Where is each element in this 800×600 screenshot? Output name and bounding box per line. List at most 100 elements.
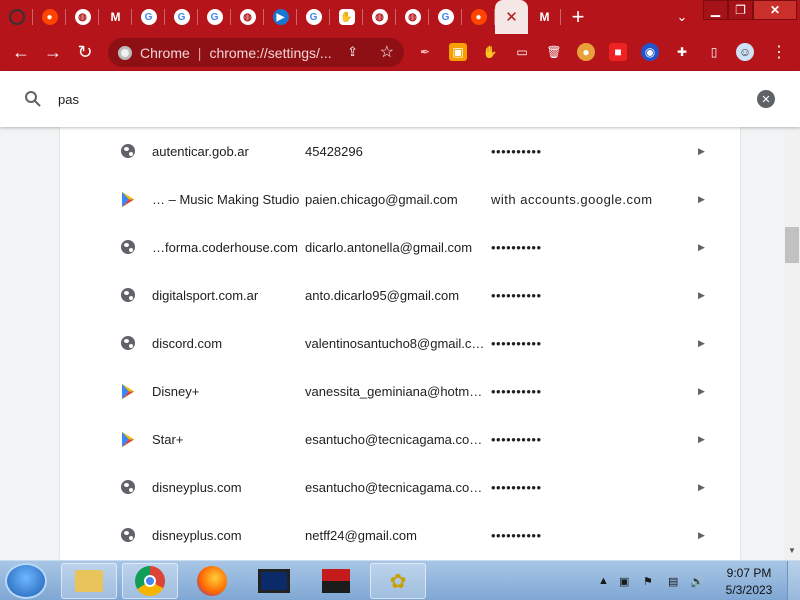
extension-color-icon[interactable]: ▣ [449,43,467,61]
show-desktop-button[interactable] [787,561,800,600]
chevron-right-icon[interactable]: ▶ [698,242,710,253]
tab-10[interactable]: ✋ [330,0,363,34]
password-username: valentinosantucho8@gmail.c… [305,335,485,351]
new-tab-button[interactable]: + [561,0,595,34]
scrollbar-track[interactable] [784,127,800,560]
tray-expand-icon[interactable]: ▲ [598,575,609,587]
password-row[interactable]: disneyplus.com esantucho@tecnicagama.co… •… [60,463,740,511]
minimize-button[interactable]: ▁ [703,0,728,20]
address-bar-separator: | [197,44,202,61]
saved-passwords-list: autenticar.gob.ar 45428296 •••••••••• ▶… – … [60,127,740,560]
password-row[interactable]: digitalsport.com.ar anto.dicarlo95@gmail.… [60,271,740,319]
reddit-icon: ● [470,9,487,25]
taskbar-monitor[interactable] [246,563,302,599]
extension-feather-icon[interactable]: ✒ [416,43,434,61]
globe-icon: ◍ [371,9,388,25]
clock-date[interactable]: 5/3/2023 [714,583,784,597]
password-row[interactable]: Disney+ vanessita_geminiana@hotm… ••••••••… [60,367,740,415]
password-site: Disney+ [152,383,200,399]
start-button[interactable] [5,563,47,599]
password-row[interactable]: … – Music Making Studio paien.chicago@gma… [60,175,740,223]
address-bar-site-label: Chrome [140,44,190,61]
tray-device-icon[interactable]: ▣ [619,575,629,588]
arrow-left-icon: ← [12,42,30,62]
close-icon: ✕ [761,93,771,106]
taskbar-firefox[interactable] [184,563,240,599]
globe-icon: ◍ [404,9,421,25]
chevron-right-icon[interactable]: ▶ [698,386,710,397]
extension-trash-icon[interactable]: 🗑 [545,43,563,61]
chevron-right-icon[interactable]: ▶ [698,338,710,349]
password-username: esantucho@tecnicagama.co… [305,431,483,447]
tab-8[interactable]: ▶ [264,0,297,34]
password-value: with accounts.google.com [491,191,653,207]
clear-search-button[interactable]: ✕ [757,90,775,108]
chevron-right-icon[interactable]: ▶ [698,290,710,301]
arrow-right-icon: → [44,42,62,62]
monitor-icon [258,569,290,593]
password-value: •••••••••• [491,527,542,543]
taskbar-app-bee[interactable]: ✿ [370,563,426,599]
tab-9[interactable]: G [297,0,330,34]
back-button[interactable]: ← [5,34,37,71]
scroll-down-arrow[interactable]: ▼ [784,542,800,558]
extensions-puzzle-icon[interactable]: ✚ [673,43,691,61]
tray-volume-icon[interactable]: 🔊 [690,575,704,588]
bookmark-star-icon[interactable]: ☆ [380,42,394,62]
password-value: •••••••••• [491,431,542,447]
taskbar-chrome[interactable] [122,563,178,599]
address-bar[interactable]: Chrome | chrome://settings/... ⇪ ☆ [108,38,404,67]
tray-network-icon[interactable]: ▤ [668,575,678,588]
tab-active[interactable]: ✕ [495,0,528,34]
tab-14[interactable]: ● [462,0,495,34]
forward-button[interactable]: → [37,34,69,71]
tab-7[interactable]: ◍ [231,0,264,34]
password-site: Star+ [152,431,184,447]
password-row[interactable]: …forma.coderhouse.com dicarlo.antonella@g… [60,223,740,271]
globe-icon [120,479,136,495]
password-row[interactable]: Star+ esantucho@tecnicagama.co… ••••••••••… [60,415,740,463]
profile-avatar[interactable]: ☺ [736,43,754,61]
globe-icon: ◍ [239,9,256,25]
side-panel-icon[interactable]: ▯ [705,43,723,61]
extension-tab-icon[interactable]: ▭ [513,43,531,61]
tab-gmail-2[interactable]: M [528,0,561,34]
tab-6[interactable]: G [198,0,231,34]
tab-4[interactable]: G [132,0,165,34]
chevron-right-icon[interactable]: ▶ [698,146,710,157]
tab-3[interactable]: M [99,0,132,34]
password-site: disneyplus.com [152,479,242,495]
extension-badge-icon[interactable]: ● [577,43,595,61]
extension-red-icon[interactable]: ■ [609,43,627,61]
password-row[interactable]: autenticar.gob.ar 45428296 •••••••••• ▶ [60,127,740,175]
clock-time[interactable]: 9:07 PM [714,566,784,580]
password-row[interactable]: disneyplus.com netff24@gmail.com •••••••••… [60,511,740,559]
maximize-button[interactable]: ❐ [728,0,753,20]
tray-flag-icon[interactable]: ⚑ [643,575,653,588]
close-window-button[interactable]: ✕ [753,0,797,20]
menu-kebab-icon[interactable]: ⋮ [770,43,788,61]
tab-13[interactable]: G [429,0,462,34]
chevron-right-icon[interactable]: ▶ [698,194,710,205]
chevron-right-icon[interactable]: ▶ [698,482,710,493]
taskbar-app-flag[interactable] [308,563,364,599]
tab-11[interactable]: ◍ [363,0,396,34]
tab-0[interactable] [0,0,33,34]
close-icon[interactable]: ✕ [505,10,518,25]
reload-button[interactable]: ↻ [69,34,101,71]
extension-blue-icon[interactable]: ◉ [641,43,659,61]
password-row[interactable]: discord.com valentinosantucho8@gmail.c… ••… [60,319,740,367]
scrollbar-thumb[interactable] [785,227,799,263]
tab-search-button[interactable]: ⌄ [668,0,696,34]
chevron-right-icon[interactable]: ▶ [698,434,710,445]
chevron-right-icon[interactable]: ▶ [698,530,710,541]
tab-2[interactable]: ◍ [66,0,99,34]
search-input[interactable] [58,88,738,110]
extension-hand-icon[interactable]: ✋ [481,43,499,61]
tab-12[interactable]: ◍ [396,0,429,34]
tab-5[interactable]: G [165,0,198,34]
share-icon[interactable]: ⇪ [347,44,358,60]
password-site: discord.com [152,335,223,351]
taskbar-explorer[interactable] [61,563,117,599]
tab-1[interactable]: ● [33,0,66,34]
